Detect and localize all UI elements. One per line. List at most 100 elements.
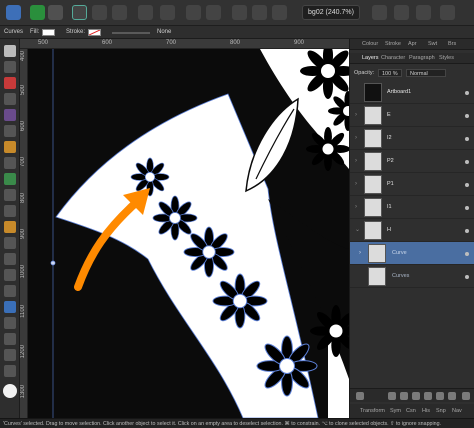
crop-tool-icon[interactable] bbox=[4, 205, 16, 217]
chevron-right-icon[interactable]: › bbox=[355, 181, 357, 187]
fx-icon[interactable] bbox=[412, 392, 420, 400]
ruler-tick: 500 bbox=[20, 85, 26, 96]
add-layer-icon[interactable] bbox=[436, 392, 444, 400]
tab-history[interactable]: His bbox=[422, 404, 430, 418]
chevron-right-icon[interactable]: › bbox=[355, 204, 357, 210]
ellipse-tool-icon[interactable] bbox=[4, 253, 16, 265]
fill-color-well[interactable] bbox=[3, 384, 17, 398]
boolean-icon[interactable] bbox=[232, 5, 247, 20]
pencil-tool-icon[interactable] bbox=[4, 109, 16, 121]
layer-row[interactable]: › E bbox=[350, 104, 474, 127]
visibility-icon[interactable] bbox=[465, 206, 469, 210]
tab-swatches[interactable]: Swt bbox=[428, 39, 437, 50]
tab-appearance[interactable]: Apr bbox=[408, 39, 417, 50]
opacity-field[interactable]: 100 % bbox=[378, 69, 402, 77]
frame-text-icon[interactable] bbox=[4, 317, 16, 329]
tab-colour[interactable]: Colour bbox=[362, 39, 378, 50]
visibility-icon[interactable] bbox=[465, 229, 469, 233]
adjustment-icon[interactable] bbox=[400, 392, 408, 400]
table-tool-icon[interactable] bbox=[4, 333, 16, 345]
persona-designer-icon[interactable] bbox=[30, 5, 45, 20]
visibility-icon[interactable] bbox=[465, 114, 469, 118]
transparency-tool-icon[interactable] bbox=[4, 157, 16, 169]
mask-icon[interactable] bbox=[388, 392, 396, 400]
visibility-icon[interactable] bbox=[465, 160, 469, 164]
blend-mode-select[interactable]: Normal bbox=[406, 69, 446, 77]
canvas[interactable] bbox=[28, 49, 349, 418]
layer-row[interactable]: Artboard1 bbox=[350, 81, 474, 104]
fill-swatch[interactable] bbox=[42, 29, 55, 36]
tab-snapshots[interactable]: Snp bbox=[436, 404, 446, 418]
fill-tool-icon[interactable] bbox=[4, 141, 16, 153]
transform-icon[interactable] bbox=[206, 5, 221, 20]
corner-tool-icon[interactable] bbox=[4, 189, 16, 201]
artboard-tool-icon[interactable] bbox=[4, 77, 16, 89]
tab-constraints[interactable]: Csn bbox=[406, 404, 416, 418]
layer-row-selected[interactable]: › Curve bbox=[350, 242, 474, 265]
boolean-icon[interactable] bbox=[252, 5, 267, 20]
tab-symbols[interactable]: Sym bbox=[390, 404, 401, 418]
chevron-right-icon[interactable]: › bbox=[359, 250, 361, 256]
visibility-icon[interactable] bbox=[465, 275, 469, 279]
layer-row[interactable]: › I2 bbox=[350, 127, 474, 150]
tab-brushes[interactable]: Brs bbox=[448, 39, 456, 50]
order-icon[interactable] bbox=[186, 5, 201, 20]
tab-transform[interactable]: Transform bbox=[360, 404, 385, 418]
align-icon[interactable] bbox=[440, 5, 455, 20]
text-tool-icon[interactable] bbox=[4, 301, 16, 313]
layer-options-icon[interactable] bbox=[356, 392, 364, 400]
snapping-icon[interactable] bbox=[160, 5, 175, 20]
gear-icon[interactable] bbox=[112, 5, 127, 20]
layer-row[interactable]: › P2 bbox=[350, 150, 474, 173]
chevron-right-icon[interactable]: › bbox=[355, 112, 357, 118]
boolean-icon[interactable] bbox=[272, 5, 287, 20]
tab-navigator[interactable]: Nav bbox=[452, 404, 462, 418]
chevron-right-icon[interactable]: › bbox=[355, 135, 357, 141]
document-title[interactable]: bg02 (240.7%) bbox=[302, 5, 360, 20]
visibility-icon[interactable] bbox=[465, 91, 469, 95]
align-icon[interactable] bbox=[372, 5, 387, 20]
align-icon[interactable] bbox=[416, 5, 431, 20]
gear-icon[interactable] bbox=[92, 5, 107, 20]
tab-stroke[interactable]: Stroke bbox=[385, 39, 401, 50]
layer-row[interactable]: › P1 bbox=[350, 173, 474, 196]
ruler-tick: 600 bbox=[20, 121, 26, 132]
chevron-down-icon[interactable]: ⌄ bbox=[355, 227, 360, 233]
triangle-tool-icon[interactable] bbox=[4, 269, 16, 281]
chevron-right-icon[interactable]: › bbox=[355, 158, 357, 164]
stroke-swatch[interactable] bbox=[88, 29, 101, 36]
layer-row[interactable]: Curves bbox=[350, 265, 474, 288]
tab-paragraph[interactable]: Paragraph bbox=[409, 53, 435, 64]
vector-brush-icon[interactable] bbox=[4, 125, 16, 137]
zoom-tool-icon[interactable] bbox=[4, 365, 16, 377]
stroke-width-slider[interactable] bbox=[112, 32, 150, 34]
visibility-icon[interactable] bbox=[465, 183, 469, 187]
pen-tool-icon[interactable] bbox=[4, 93, 16, 105]
grid-icon[interactable] bbox=[138, 5, 153, 20]
align-icon[interactable] bbox=[394, 5, 409, 20]
layer-row[interactable]: › I1 bbox=[350, 196, 474, 219]
tab-layers[interactable]: Layers bbox=[362, 53, 379, 64]
view-tool-icon[interactable] bbox=[4, 349, 16, 361]
node-tool-icon[interactable] bbox=[4, 61, 16, 73]
ruler-tick: 500 bbox=[38, 40, 49, 46]
bottom-studio-tabs: Transform Sym Csn His Snp Nav bbox=[350, 404, 474, 418]
shape-tool-icon[interactable] bbox=[4, 285, 16, 297]
tab-styles[interactable]: Styles bbox=[439, 53, 454, 64]
add-pixel-layer-icon[interactable] bbox=[448, 392, 456, 400]
place-image-icon[interactable] bbox=[4, 221, 16, 233]
tab-character[interactable]: Character bbox=[381, 53, 405, 64]
visibility-icon[interactable] bbox=[465, 137, 469, 141]
layer-row[interactable]: ⌄ H bbox=[350, 219, 474, 242]
layer-thumbnail bbox=[364, 129, 382, 148]
layer-thumbnail bbox=[364, 106, 382, 125]
group-icon[interactable] bbox=[424, 392, 432, 400]
color-picker-icon[interactable] bbox=[4, 173, 16, 185]
trash-icon[interactable] bbox=[462, 392, 470, 400]
visibility-icon[interactable] bbox=[465, 252, 469, 256]
persona-pixel-icon[interactable] bbox=[48, 5, 63, 20]
rectangle-tool-icon[interactable] bbox=[4, 237, 16, 249]
move-tool-icon[interactable] bbox=[4, 45, 16, 57]
app-menu-icon[interactable] bbox=[6, 5, 21, 20]
color-wheel-icon[interactable] bbox=[72, 5, 87, 20]
